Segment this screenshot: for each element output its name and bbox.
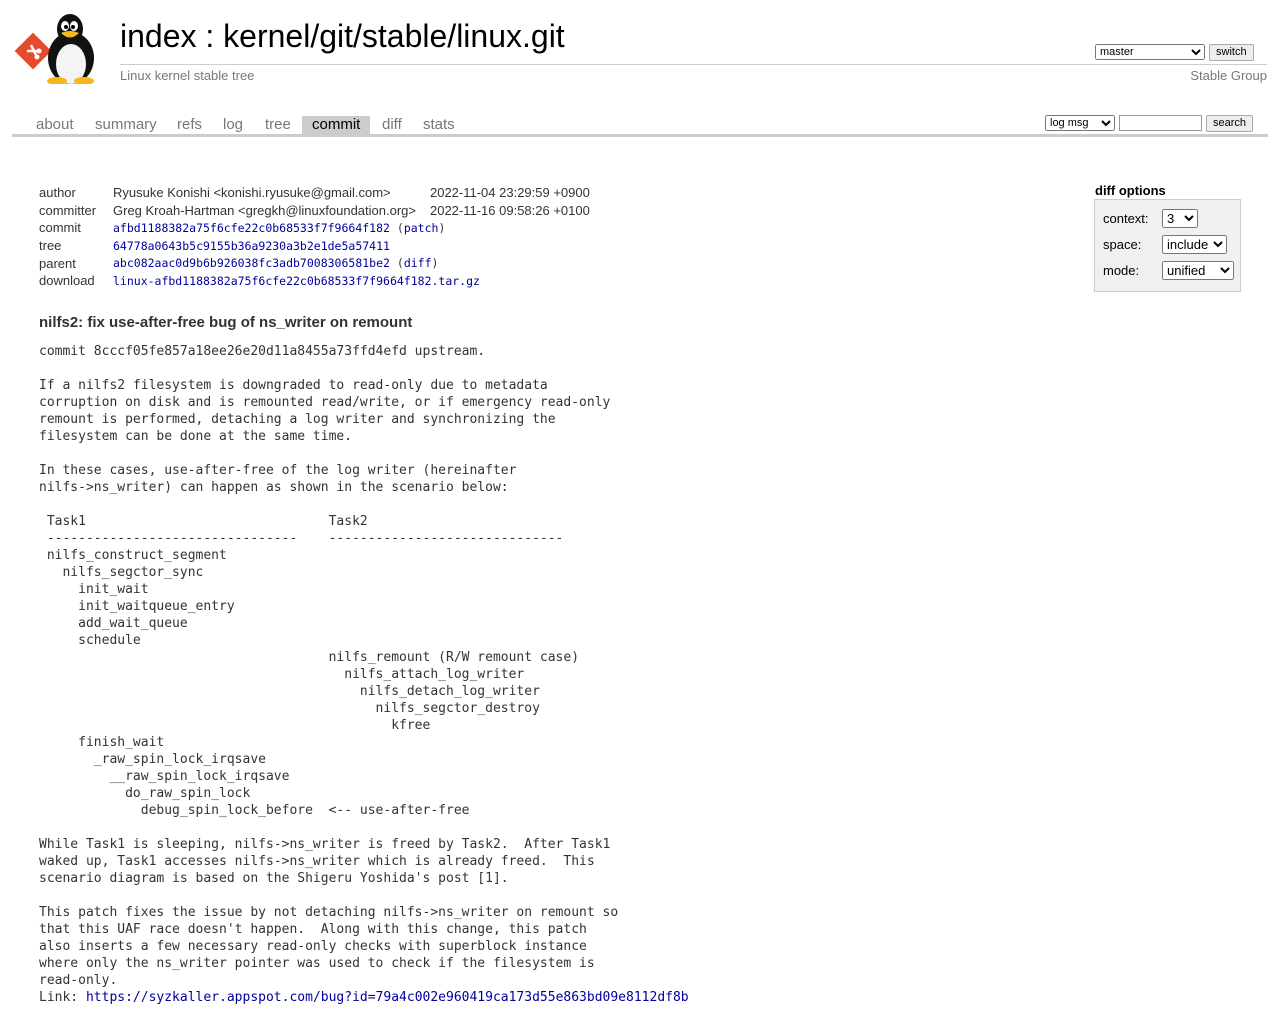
- commit-label: commit: [39, 220, 81, 236]
- parent-cell: abc082aac0d9b6b926038fc3adb7008306581be2…: [113, 256, 439, 271]
- diff-options-panel: context: 3 space: include mode: unified: [1094, 199, 1241, 292]
- parent-hash-link[interactable]: abc082aac0d9b6b926038fc3adb7008306581be2: [113, 256, 390, 270]
- tree-cell: 64778a0643b5c9155b36a9230a3b2e1de5a57411: [113, 237, 590, 255]
- patch-link[interactable]: patch: [404, 221, 439, 235]
- commit-hash-link[interactable]: afbd1188382a75f6cfe22c0b68533f7f9664f182: [113, 221, 390, 235]
- committer-label: committer: [39, 202, 97, 218]
- header-divider: [120, 64, 1267, 65]
- space-select[interactable]: include: [1162, 235, 1227, 254]
- commit-cell: afbd1188382a75f6cfe22c0b68533f7f9664f182…: [113, 220, 446, 235]
- branch-switch-form: master switch: [1095, 44, 1254, 61]
- tux-penguin-icon: [47, 14, 94, 84]
- tab-stats[interactable]: stats: [413, 116, 465, 134]
- index-link[interactable]: index: [120, 18, 197, 54]
- site-logo[interactable]: [14, 12, 110, 84]
- tab-summary[interactable]: summary: [85, 116, 167, 134]
- commit-row: commit afbd1188382a75f6cfe22c0b68533f7f9…: [39, 219, 590, 237]
- repo-description: Linux kernel stable tree: [120, 68, 255, 83]
- tab-commit[interactable]: commit: [302, 116, 371, 134]
- mode-select[interactable]: unified: [1162, 261, 1234, 280]
- committer-value: Greg Kroah-Hartman <gregkh@linuxfoundati…: [113, 202, 416, 218]
- parent-label: parent: [39, 255, 76, 271]
- download-label: download: [39, 273, 95, 289]
- download-link[interactable]: linux-afbd1188382a75f6cfe22c0b68533f7f96…: [113, 274, 480, 288]
- tab-tree[interactable]: tree: [255, 116, 301, 134]
- mode-label: mode:: [1103, 263, 1140, 278]
- search-input[interactable]: [1119, 115, 1202, 131]
- commit-message: commit 8cccf05fe857a18ee26e20d11a8455a73…: [39, 343, 689, 1006]
- link-label: Link:: [39, 990, 86, 1005]
- syzkaller-link[interactable]: https://syzkaller.appspot.com/bug?id=79a…: [86, 990, 689, 1005]
- tab-diff[interactable]: diff: [372, 116, 412, 134]
- parent-row: parent abc082aac0d9b6b926038fc3adb700830…: [39, 254, 590, 272]
- diff-options-title: diff options: [1095, 183, 1166, 198]
- commit-message-body: commit 8cccf05fe857a18ee26e20d11a8455a73…: [39, 344, 619, 988]
- author-value: Ryusuke Konishi <konishi.ryusuke@gmail.c…: [113, 185, 391, 201]
- tree-row: tree 64778a0643b5c9155b36a9230a3b2e1de5a…: [39, 237, 590, 255]
- download-row: download linux-afbd1188382a75f6cfe22c0b6…: [39, 272, 590, 290]
- tab-about[interactable]: about: [26, 116, 84, 134]
- git-logo-icon: [14, 32, 52, 70]
- branch-select[interactable]: master: [1095, 44, 1205, 60]
- repo-link[interactable]: kernel/git/stable/linux.git: [223, 18, 565, 54]
- search-button[interactable]: search: [1206, 115, 1254, 132]
- parent-diff-link[interactable]: diff: [404, 256, 432, 270]
- tab-log[interactable]: log: [213, 116, 253, 134]
- author-label: author: [39, 185, 76, 201]
- committer-date: 2022-11-16 09:58:26 +0100: [429, 202, 590, 218]
- commit-info-table: author Ryusuke Konishi <konishi.ryusuke@…: [39, 184, 590, 290]
- space-label: space:: [1103, 237, 1142, 252]
- search-form: log msg search: [1045, 115, 1254, 132]
- download-cell: linux-afbd1188382a75f6cfe22c0b68533f7f96…: [113, 272, 590, 290]
- tab-refs[interactable]: refs: [167, 116, 212, 134]
- author-date: 2022-11-04 23:29:59 +0900: [429, 185, 590, 201]
- context-select[interactable]: 3: [1162, 209, 1198, 228]
- search-scope-select[interactable]: log msg: [1045, 115, 1115, 131]
- tree-hash-link[interactable]: 64778a0643b5c9155b36a9230a3b2e1de5a57411: [113, 239, 390, 253]
- commit-subject: nilfs2: fix use-after-free bug of ns_wri…: [39, 314, 413, 331]
- title-separator: :: [196, 18, 224, 54]
- tree-label: tree: [39, 238, 62, 254]
- switch-button[interactable]: switch: [1209, 44, 1254, 61]
- page-title: index : kernel/git/stable/linux.git: [120, 14, 565, 58]
- committer-row: committer Greg Kroah-Hartman <gregkh@lin…: [39, 202, 590, 220]
- author-row: author Ryusuke Konishi <konishi.ryusuke@…: [39, 184, 590, 202]
- repo-owner: Stable Group: [1190, 68, 1267, 83]
- context-label: context:: [1103, 211, 1149, 226]
